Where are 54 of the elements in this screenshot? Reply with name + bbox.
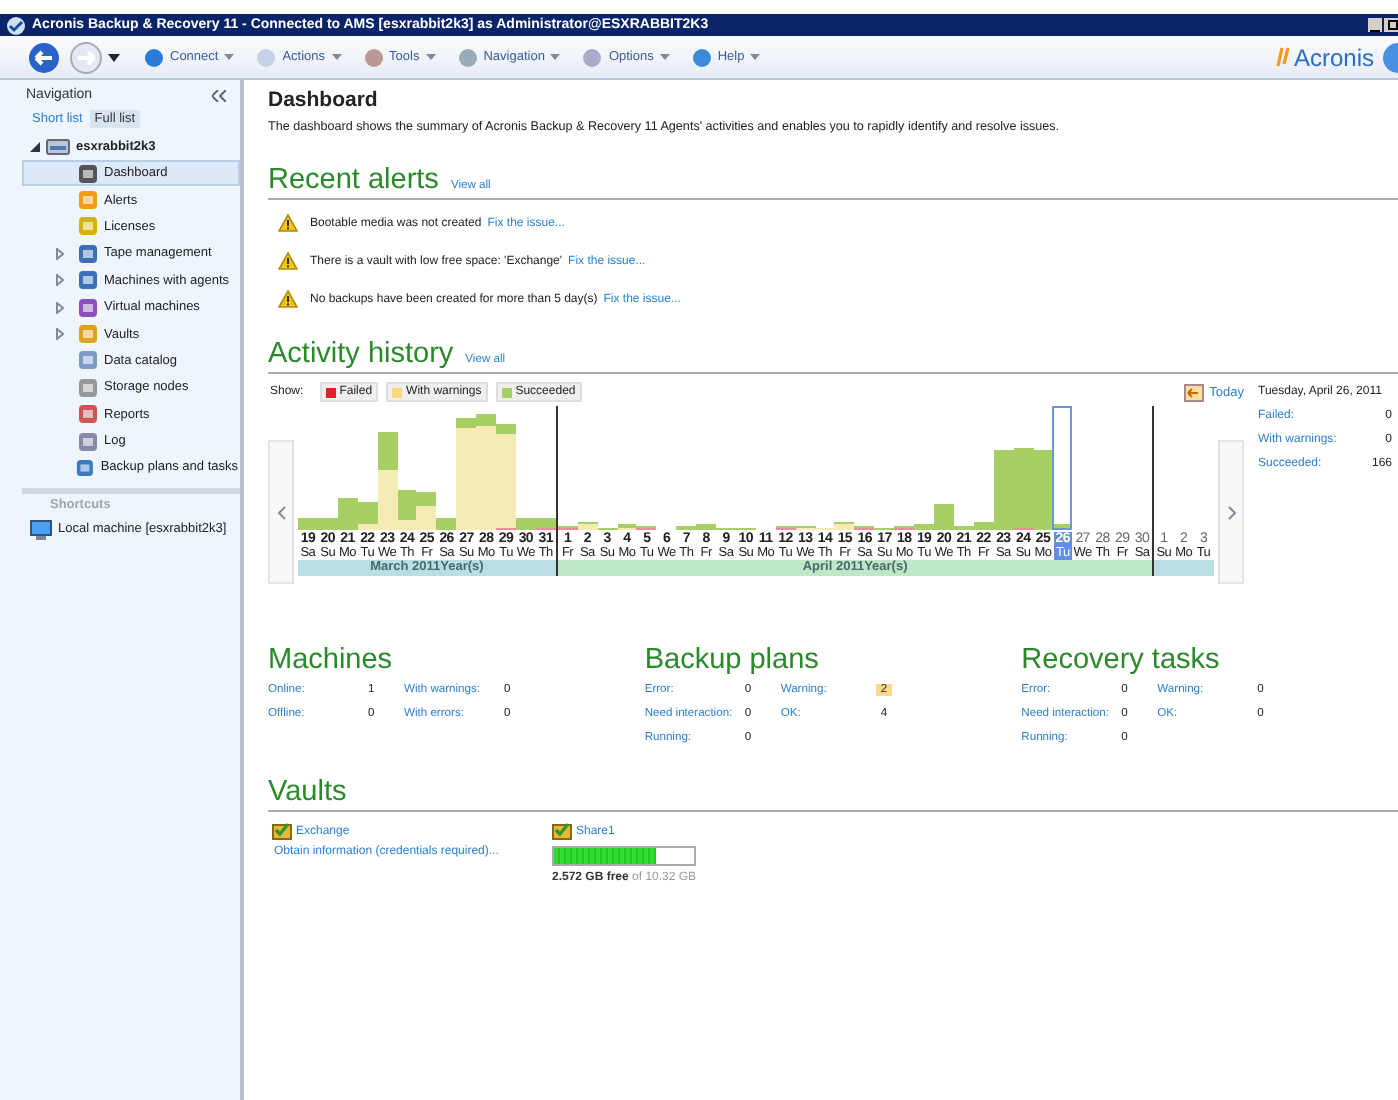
item-icon <box>78 350 98 371</box>
caret-icon <box>331 54 342 60</box>
back-button[interactable] <box>28 41 64 73</box>
caret-icon <box>750 54 761 60</box>
section-title: Recovery tasks <box>1021 644 1222 676</box>
item-icon <box>78 404 98 425</box>
section-title: Backup plans <box>644 644 821 676</box>
caret-icon <box>659 54 670 60</box>
caret-icon <box>425 54 436 60</box>
item-icon <box>78 216 98 237</box>
warning-icon <box>278 252 298 270</box>
menu-icon <box>457 47 478 67</box>
today-icon <box>1183 383 1204 401</box>
chevron-left-icon <box>277 505 285 519</box>
item-icon <box>78 431 98 452</box>
menu-icon <box>582 47 603 67</box>
vault-icon <box>272 822 292 840</box>
selected-day-frame[interactable] <box>1052 406 1073 530</box>
monitor-icon <box>30 519 52 540</box>
globe-icon <box>1382 41 1398 73</box>
chevron-right-icon <box>1227 505 1235 519</box>
menu-icon <box>363 47 384 67</box>
menu-icon <box>256 47 277 67</box>
section-title: Recent alerts <box>268 164 439 196</box>
usage-bar <box>552 846 696 866</box>
vault-icon <box>552 822 572 840</box>
section-title: Machines <box>268 644 395 676</box>
warning-icon <box>278 290 298 308</box>
section-title: Vaults <box>268 776 347 808</box>
expand-icon[interactable] <box>30 141 40 151</box>
server-icon <box>46 136 70 156</box>
caret-icon <box>224 54 235 60</box>
caret-icon <box>550 54 561 60</box>
menu-icon <box>691 47 712 67</box>
caret-icon[interactable] <box>108 53 120 61</box>
item-icon <box>78 270 98 291</box>
item-icon <box>78 377 98 398</box>
menu-icon <box>144 47 164 67</box>
item-icon <box>76 457 95 478</box>
page-title: Dashboard <box>268 88 380 112</box>
item-icon <box>78 324 98 345</box>
item-icon <box>78 297 98 318</box>
item-icon <box>78 243 98 264</box>
brand-logo: Acronis <box>1293 43 1374 71</box>
logo-icon <box>1275 46 1292 68</box>
minimize-button[interactable] <box>1368 18 1382 32</box>
warning-icon <box>278 214 298 232</box>
collapse-icon[interactable] <box>212 89 226 101</box>
item-icon <box>78 190 98 211</box>
stacked-bar <box>476 414 497 530</box>
section-title: Activity history <box>268 338 454 370</box>
item-icon <box>78 163 98 184</box>
app-icon <box>6 15 26 35</box>
restore-button[interactable] <box>1384 18 1398 32</box>
